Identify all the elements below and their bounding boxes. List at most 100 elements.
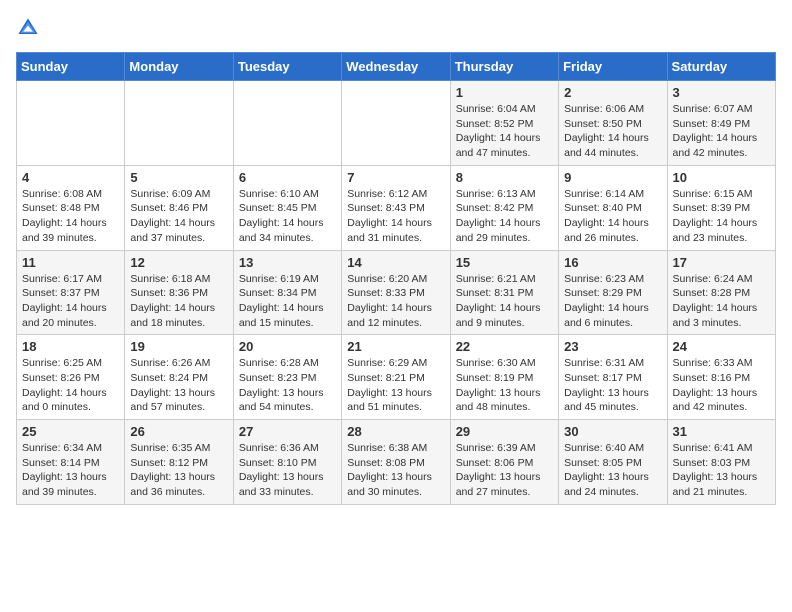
calendar-cell: 4 Sunrise: 6:08 AMSunset: 8:48 PMDaylight… [17, 165, 125, 250]
day-info: Sunrise: 6:33 AMSunset: 8:16 PMDaylight:… [673, 356, 770, 415]
calendar-cell: 6 Sunrise: 6:10 AMSunset: 8:45 PMDaylight… [233, 165, 341, 250]
day-number: 24 [673, 339, 770, 354]
day-number: 22 [456, 339, 553, 354]
day-info: Sunrise: 6:35 AMSunset: 8:12 PMDaylight:… [130, 441, 227, 500]
day-info: Sunrise: 6:18 AMSunset: 8:36 PMDaylight:… [130, 272, 227, 331]
calendar-cell: 2 Sunrise: 6:06 AMSunset: 8:50 PMDaylight… [559, 81, 667, 166]
day-number: 15 [456, 255, 553, 270]
calendar-cell: 5 Sunrise: 6:09 AMSunset: 8:46 PMDaylight… [125, 165, 233, 250]
day-number: 29 [456, 424, 553, 439]
calendar-cell: 28Sunrise: 6:38 AMSunset: 8:08 PMDayligh… [342, 420, 450, 505]
calendar-cell: 3Sunrise: 6:07 AMSunset: 8:49 PMDaylight… [667, 81, 775, 166]
calendar-body: 1 Sunrise: 6:04 AMSunset: 8:52 PMDaylight… [17, 81, 776, 505]
calendar-cell [125, 81, 233, 166]
day-number: 4 [22, 170, 119, 185]
calendar-cell: 1 Sunrise: 6:04 AMSunset: 8:52 PMDaylight… [450, 81, 558, 166]
day-info: Sunrise: 6:10 AMSunset: 8:45 PMDaylight:… [239, 187, 336, 246]
calendar-cell: 9 Sunrise: 6:14 AMSunset: 8:40 PMDaylight… [559, 165, 667, 250]
day-info: Sunrise: 6:28 AMSunset: 8:23 PMDaylight:… [239, 356, 336, 415]
calendar-cell: 7 Sunrise: 6:12 AMSunset: 8:43 PMDaylight… [342, 165, 450, 250]
logo [16, 16, 44, 40]
day-info: Sunrise: 6:19 AMSunset: 8:34 PMDaylight:… [239, 272, 336, 331]
header [16, 16, 776, 40]
day-info: Sunrise: 6:17 AMSunset: 8:37 PMDaylight:… [22, 272, 119, 331]
day-info: Sunrise: 6:12 AMSunset: 8:43 PMDaylight:… [347, 187, 444, 246]
day-number: 9 [564, 170, 661, 185]
day-info: Sunrise: 6:24 AMSunset: 8:28 PMDaylight:… [673, 272, 770, 331]
calendar-header: SundayMondayTuesdayWednesdayThursdayFrid… [17, 53, 776, 81]
day-info: Sunrise: 6:14 AMSunset: 8:40 PMDaylight:… [564, 187, 661, 246]
day-header-friday: Friday [559, 53, 667, 81]
day-number: 17 [673, 255, 770, 270]
day-info: Sunrise: 6:38 AMSunset: 8:08 PMDaylight:… [347, 441, 444, 500]
day-info: Sunrise: 6:34 AMSunset: 8:14 PMDaylight:… [22, 441, 119, 500]
day-number: 11 [22, 255, 119, 270]
day-info: Sunrise: 6:20 AMSunset: 8:33 PMDaylight:… [347, 272, 444, 331]
day-info: Sunrise: 6:29 AMSunset: 8:21 PMDaylight:… [347, 356, 444, 415]
day-info: Sunrise: 6:36 AMSunset: 8:10 PMDaylight:… [239, 441, 336, 500]
day-number: 3 [673, 85, 770, 100]
day-header-sunday: Sunday [17, 53, 125, 81]
day-number: 27 [239, 424, 336, 439]
calendar-cell: 24 Sunrise: 6:33 AMSunset: 8:16 PMDayligh… [667, 335, 775, 420]
day-info: Sunrise: 6:04 AMSunset: 8:52 PMDaylight:… [456, 102, 553, 161]
day-info: Sunrise: 6:25 AMSunset: 8:26 PMDaylight:… [22, 356, 119, 415]
calendar-cell [17, 81, 125, 166]
calendar-cell: 27 Sunrise: 6:36 AMSunset: 8:10 PMDayligh… [233, 420, 341, 505]
day-info: Sunrise: 6:06 AMSunset: 8:50 PMDaylight:… [564, 102, 661, 161]
day-number: 13 [239, 255, 336, 270]
day-header-thursday: Thursday [450, 53, 558, 81]
day-number: 30 [564, 424, 661, 439]
day-number: 26 [130, 424, 227, 439]
calendar-cell: 18 Sunrise: 6:25 AMSunset: 8:26 PMDayligh… [17, 335, 125, 420]
calendar-cell: 29 Sunrise: 6:39 AMSunset: 8:06 PMDayligh… [450, 420, 558, 505]
calendar-cell: 26 Sunrise: 6:35 AMSunset: 8:12 PMDayligh… [125, 420, 233, 505]
day-number: 6 [239, 170, 336, 185]
day-number: 25 [22, 424, 119, 439]
calendar-cell: 16Sunrise: 6:23 AMSunset: 8:29 PMDayligh… [559, 250, 667, 335]
day-info: Sunrise: 6:41 AMSunset: 8:03 PMDaylight:… [673, 441, 770, 500]
day-number: 21 [347, 339, 444, 354]
day-info: Sunrise: 6:39 AMSunset: 8:06 PMDaylight:… [456, 441, 553, 500]
day-info: Sunrise: 6:31 AMSunset: 8:17 PMDaylight:… [564, 356, 661, 415]
calendar-week-2: 4 Sunrise: 6:08 AMSunset: 8:48 PMDaylight… [17, 165, 776, 250]
calendar-cell: 10 Sunrise: 6:15 AMSunset: 8:39 PMDayligh… [667, 165, 775, 250]
calendar-cell: 13 Sunrise: 6:19 AMSunset: 8:34 PMDayligh… [233, 250, 341, 335]
day-number: 19 [130, 339, 227, 354]
day-info: Sunrise: 6:21 AMSunset: 8:31 PMDaylight:… [456, 272, 553, 331]
calendar-cell: 23 Sunrise: 6:31 AMSunset: 8:17 PMDayligh… [559, 335, 667, 420]
logo-icon [16, 16, 40, 40]
calendar-cell: 15 Sunrise: 6:21 AMSunset: 8:31 PMDayligh… [450, 250, 558, 335]
calendar-cell: 30Sunrise: 6:40 AMSunset: 8:05 PMDayligh… [559, 420, 667, 505]
day-number: 14 [347, 255, 444, 270]
calendar-week-5: 25 Sunrise: 6:34 AMSunset: 8:14 PMDayligh… [17, 420, 776, 505]
day-number: 1 [456, 85, 553, 100]
calendar-cell: 31 Sunrise: 6:41 AMSunset: 8:03 PMDayligh… [667, 420, 775, 505]
day-number: 31 [673, 424, 770, 439]
day-number: 10 [673, 170, 770, 185]
calendar-cell: 19Sunrise: 6:26 AMSunset: 8:24 PMDayligh… [125, 335, 233, 420]
day-header-monday: Monday [125, 53, 233, 81]
day-number: 18 [22, 339, 119, 354]
day-number: 5 [130, 170, 227, 185]
calendar-week-3: 11 Sunrise: 6:17 AMSunset: 8:37 PMDayligh… [17, 250, 776, 335]
calendar-cell [342, 81, 450, 166]
day-info: Sunrise: 6:09 AMSunset: 8:46 PMDaylight:… [130, 187, 227, 246]
day-info: Sunrise: 6:13 AMSunset: 8:42 PMDaylight:… [456, 187, 553, 246]
calendar-table: SundayMondayTuesdayWednesdayThursdayFrid… [16, 52, 776, 505]
day-header-tuesday: Tuesday [233, 53, 341, 81]
day-number: 12 [130, 255, 227, 270]
calendar-cell: 8 Sunrise: 6:13 AMSunset: 8:42 PMDaylight… [450, 165, 558, 250]
calendar-cell [233, 81, 341, 166]
day-number: 8 [456, 170, 553, 185]
calendar-week-4: 18 Sunrise: 6:25 AMSunset: 8:26 PMDayligh… [17, 335, 776, 420]
day-info: Sunrise: 6:15 AMSunset: 8:39 PMDaylight:… [673, 187, 770, 246]
day-info: Sunrise: 6:08 AMSunset: 8:48 PMDaylight:… [22, 187, 119, 246]
calendar-cell: 12 Sunrise: 6:18 AMSunset: 8:36 PMDayligh… [125, 250, 233, 335]
day-number: 2 [564, 85, 661, 100]
calendar-cell: 25 Sunrise: 6:34 AMSunset: 8:14 PMDayligh… [17, 420, 125, 505]
calendar-cell: 20Sunrise: 6:28 AMSunset: 8:23 PMDayligh… [233, 335, 341, 420]
day-number: 23 [564, 339, 661, 354]
day-number: 7 [347, 170, 444, 185]
calendar-cell: 21 Sunrise: 6:29 AMSunset: 8:21 PMDayligh… [342, 335, 450, 420]
